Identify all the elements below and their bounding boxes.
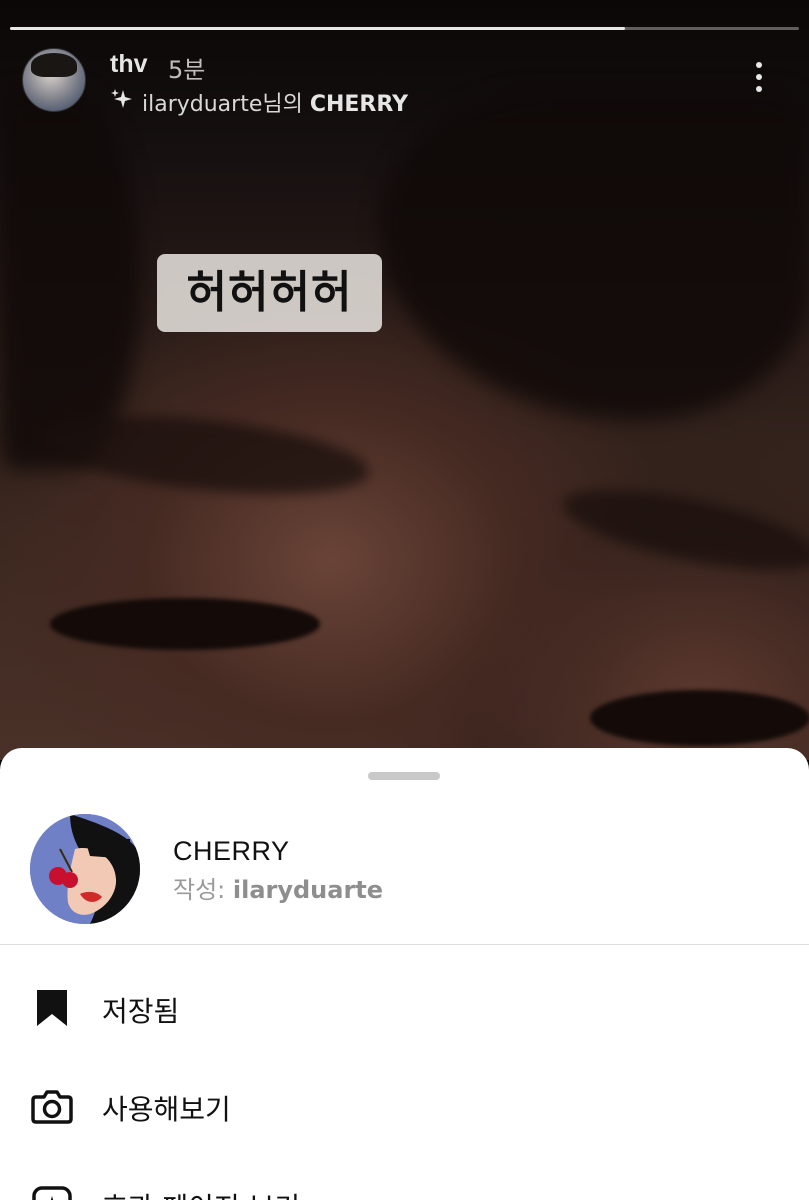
effect-title: CHERRY — [173, 836, 290, 866]
sheet-drag-handle[interactable] — [368, 772, 440, 780]
effect-author[interactable]: 작성: ilaryduarte — [173, 870, 383, 905]
menu-label-effect-page: 효과 페이지 보기 — [102, 1186, 300, 1200]
post-time: 5분 — [168, 56, 206, 84]
sheet-divider — [0, 944, 809, 945]
effect-bottom-sheet: CHERRY 작성: ilaryduarte 저장됨 사용해보기 — [0, 748, 809, 1200]
more-options-icon[interactable] — [756, 62, 764, 94]
left-brow — [37, 402, 373, 508]
story-viewer: thv 5분 ilaryduarte님의 CHERRY 허허허허 CHERRY … — [0, 0, 809, 1200]
user-avatar[interactable] — [22, 48, 86, 112]
story-progress-fill — [10, 27, 626, 30]
username[interactable]: thv — [110, 50, 148, 79]
right-brow — [556, 473, 809, 587]
story-progress-bar — [10, 27, 799, 30]
sparkle-icon — [110, 87, 134, 117]
effect-name-label: CHERRY — [309, 92, 409, 117]
right-eye — [590, 690, 809, 746]
effect-attribution[interactable]: ilaryduarte님의 CHERRY — [110, 86, 408, 118]
camera-icon — [30, 1084, 74, 1128]
author-name[interactable]: ilaryduarte — [233, 876, 383, 904]
effect-thumbnail[interactable] — [30, 814, 140, 924]
effect-author-label: ilaryduarte님의 — [142, 92, 310, 117]
menu-label-saved: 저장됨 — [102, 995, 180, 1028]
menu-item-saved[interactable]: 저장됨 — [0, 972, 809, 1042]
hair-shadow-left — [0, 90, 140, 470]
effect-page-icon — [30, 1182, 74, 1200]
text-sticker: 허허허허 — [157, 254, 382, 332]
story-header: thv 5분 ilaryduarte님의 CHERRY — [22, 48, 792, 118]
menu-label-try-it: 사용해보기 — [102, 1093, 231, 1126]
menu-item-try-it[interactable]: 사용해보기 — [0, 1070, 809, 1140]
bookmark-filled-icon — [30, 986, 74, 1030]
hair-shadow — [380, 90, 809, 420]
left-eye — [50, 598, 320, 650]
author-prefix: 작성: — [173, 876, 233, 904]
menu-item-effect-page[interactable]: 효과 페이지 보기 — [0, 1168, 809, 1200]
